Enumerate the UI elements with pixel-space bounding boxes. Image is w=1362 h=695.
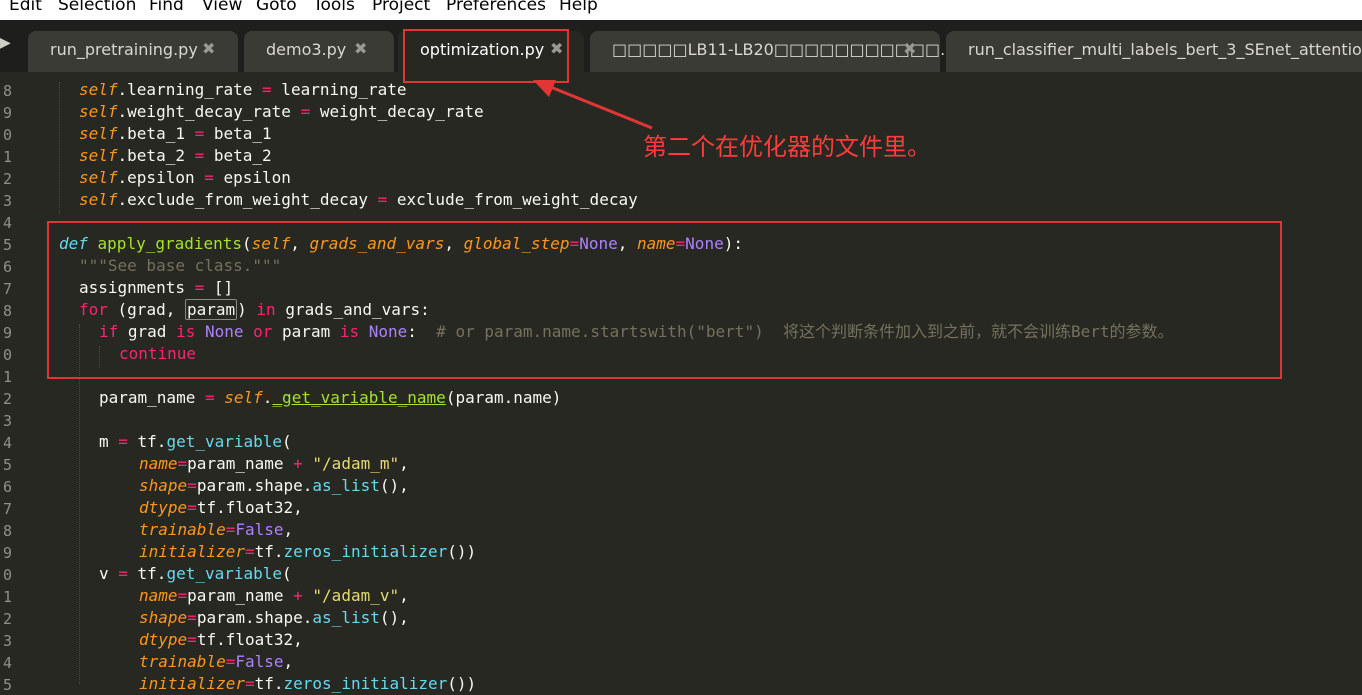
annotation-arrow-icon xyxy=(533,80,653,130)
annotation-text: 第二个在优化器的文件里。 xyxy=(643,133,931,161)
